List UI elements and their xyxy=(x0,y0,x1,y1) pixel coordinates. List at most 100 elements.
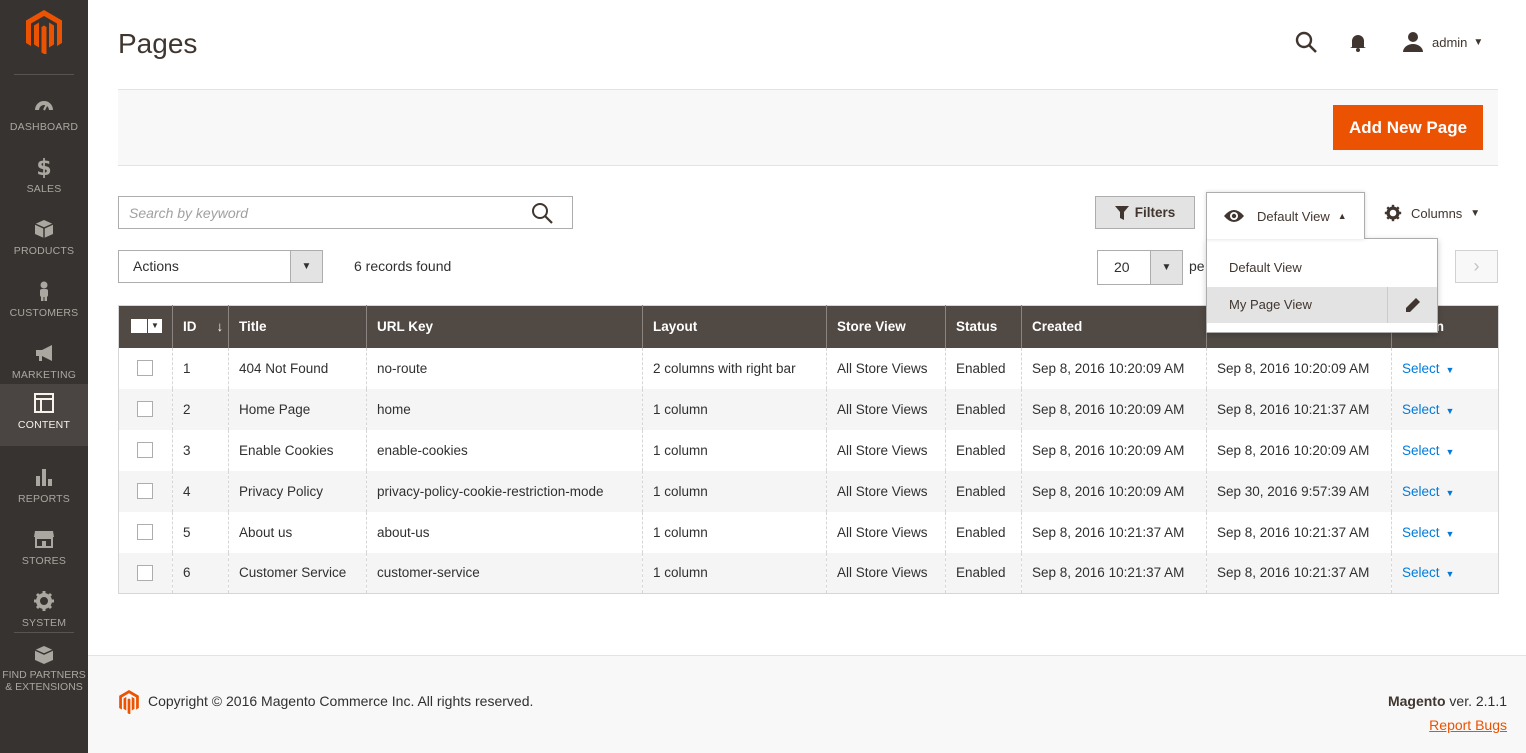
table-row[interactable]: 4 Privacy Policy privacy-policy-cookie-res… xyxy=(118,470,1499,512)
row-select-action[interactable]: Select ▼ xyxy=(1402,525,1454,540)
partners-line-2: & Extensions xyxy=(5,681,83,693)
caret-down-icon: ▼ xyxy=(1445,405,1455,416)
row-checkbox[interactable] xyxy=(137,483,153,500)
cell-id: 3 xyxy=(172,429,229,471)
table-row[interactable]: 6 Customer Service customer-service 1 colum… xyxy=(118,552,1499,594)
row-select-action[interactable]: Select ▼ xyxy=(1402,443,1454,458)
cell-created: Sep 8, 2016 10:20:09 AM xyxy=(1021,470,1207,512)
select-label: Select xyxy=(1402,401,1440,417)
column-header-status[interactable]: Status xyxy=(945,305,1022,348)
cell-id: 2 xyxy=(172,388,229,430)
notifications-bell-icon[interactable] xyxy=(1348,32,1368,52)
cell-layout: 1 column xyxy=(642,429,827,471)
view-option-default[interactable]: Default View xyxy=(1207,250,1437,286)
edit-view-button[interactable] xyxy=(1387,287,1437,323)
column-header-store-view[interactable]: Store View xyxy=(826,305,946,348)
cell-layout: 1 column xyxy=(642,511,827,553)
row-checkbox[interactable] xyxy=(137,524,153,541)
search-input[interactable] xyxy=(119,197,519,228)
sidebar-item-sales[interactable]: $ Sales xyxy=(0,148,88,210)
column-header-layout[interactable]: Layout xyxy=(642,305,827,348)
row-checkbox[interactable] xyxy=(137,442,153,459)
view-option-label: My Page View xyxy=(1229,297,1312,312)
admin-user-menu[interactable]: admin ▼ xyxy=(1402,30,1483,54)
cell-status: Enabled xyxy=(945,388,1022,430)
row-select-action[interactable]: Select ▼ xyxy=(1402,484,1454,499)
mass-actions-select[interactable]: Actions ▼ xyxy=(118,250,323,283)
row-select-action[interactable]: Select ▼ xyxy=(1402,402,1454,417)
cell-title: Enable Cookies xyxy=(228,429,367,471)
cell-created: Sep 8, 2016 10:21:37 AM xyxy=(1021,511,1207,553)
magento-logo[interactable] xyxy=(26,10,62,54)
search-icon[interactable] xyxy=(531,202,553,224)
sidebar-item-label: Sales xyxy=(26,183,62,195)
sidebar-item-stores[interactable]: Stores xyxy=(0,520,88,582)
cell-store-view: All Store Views xyxy=(826,511,946,553)
sidebar-item-system[interactable]: System xyxy=(0,582,88,644)
cell-modified: Sep 8, 2016 10:21:37 AM xyxy=(1206,552,1392,594)
sidebar-item-label: Products xyxy=(13,245,75,257)
caret-down-icon[interactable]: ▼ xyxy=(148,318,162,333)
cell-url-key: enable-cookies xyxy=(366,429,643,471)
row-select-action[interactable]: Select ▼ xyxy=(1402,565,1454,580)
cell-action: Select ▼ xyxy=(1391,347,1499,389)
cell-title: About us xyxy=(228,511,367,553)
select-label: Select xyxy=(1402,524,1440,540)
sidebar-divider xyxy=(14,74,74,75)
cell-action: Select ▼ xyxy=(1391,511,1499,553)
caret-up-icon: ▲ xyxy=(1337,211,1347,221)
view-switcher-button[interactable]: Default View ▲ xyxy=(1206,192,1365,239)
column-header-url-key[interactable]: URL Key xyxy=(366,305,643,348)
mass-select-checkbox[interactable] xyxy=(131,318,147,333)
next-page-button[interactable]: › xyxy=(1455,250,1498,283)
cell-status: Enabled xyxy=(945,511,1022,553)
svg-text:$: $ xyxy=(36,156,51,178)
sidebar-item-products[interactable]: Products xyxy=(0,210,88,272)
sidebar-item-dashboard[interactable]: Dashboard xyxy=(0,86,88,148)
table-row[interactable]: 1 404 Not Found no-route 2 columns with rig… xyxy=(118,347,1499,389)
cell-created: Sep 8, 2016 10:20:09 AM xyxy=(1021,388,1207,430)
sidebar-item-content[interactable]: Content xyxy=(0,384,88,446)
table-row[interactable]: 5 About us about-us 1 column All Store Views… xyxy=(118,511,1499,553)
table-row[interactable]: 3 Enable Cookies enable-cookies 1 column All… xyxy=(118,429,1499,471)
sidebar-item-reports[interactable]: Reports xyxy=(0,458,88,520)
mass-select-header[interactable]: ▼ xyxy=(118,305,173,348)
mass-select-control[interactable]: ▼ xyxy=(131,318,162,334)
row-checkbox[interactable] xyxy=(137,360,153,377)
per-page-label: pe xyxy=(1189,258,1205,274)
sort-descending-icon: ↓ xyxy=(216,319,224,335)
sidebar-item-label: Stores xyxy=(21,555,67,567)
global-search-icon[interactable] xyxy=(1294,30,1318,54)
column-header-created[interactable]: Created xyxy=(1021,305,1207,348)
cell-action: Select ▼ xyxy=(1391,552,1499,594)
row-select-action[interactable]: Select ▼ xyxy=(1402,361,1454,376)
filters-button[interactable]: Filters xyxy=(1095,196,1195,229)
report-bugs-link[interactable]: Report Bugs xyxy=(1429,717,1507,733)
keyword-search xyxy=(118,196,573,229)
cell-status: Enabled xyxy=(945,347,1022,389)
cell-modified: Sep 8, 2016 10:21:37 AM xyxy=(1206,388,1392,430)
columns-button[interactable]: Columns ▼ xyxy=(1384,203,1480,223)
row-checkbox[interactable] xyxy=(137,564,153,581)
filters-label: Filters xyxy=(1134,205,1176,220)
cell-status: Enabled xyxy=(945,470,1022,512)
cell-modified: Sep 8, 2016 10:20:09 AM xyxy=(1206,347,1392,389)
sidebar-item-label: Marketing xyxy=(11,369,77,381)
view-option-my-page-view[interactable]: My Page View xyxy=(1207,287,1437,323)
partners-line-1: Find Partners xyxy=(2,669,86,681)
sidebar-item-find-partners[interactable]: Find Partners & Extensions xyxy=(0,638,88,700)
per-page-value: 20 xyxy=(1114,259,1130,275)
column-header-id[interactable]: ID ↓ xyxy=(172,305,229,348)
actions-label: Actions xyxy=(133,258,179,274)
sidebar-item-customers[interactable]: Customers xyxy=(0,272,88,334)
sidebar-item-label: Reports xyxy=(18,493,70,505)
row-checkbox[interactable] xyxy=(137,401,153,418)
caret-down-icon: ▼ xyxy=(1150,251,1182,284)
column-header-title[interactable]: Title xyxy=(228,305,367,348)
sidebar-item-label: Dashboard xyxy=(9,121,79,133)
per-page-select[interactable]: 20 ▼ xyxy=(1097,250,1183,285)
version-info: Magento ver. 2.1.1 xyxy=(1388,693,1507,709)
table-row[interactable]: 2 Home Page home 1 column All Store Views Ena… xyxy=(118,388,1499,430)
cell-store-view: All Store Views xyxy=(826,347,946,389)
add-new-page-button[interactable]: Add New Page xyxy=(1333,105,1483,150)
